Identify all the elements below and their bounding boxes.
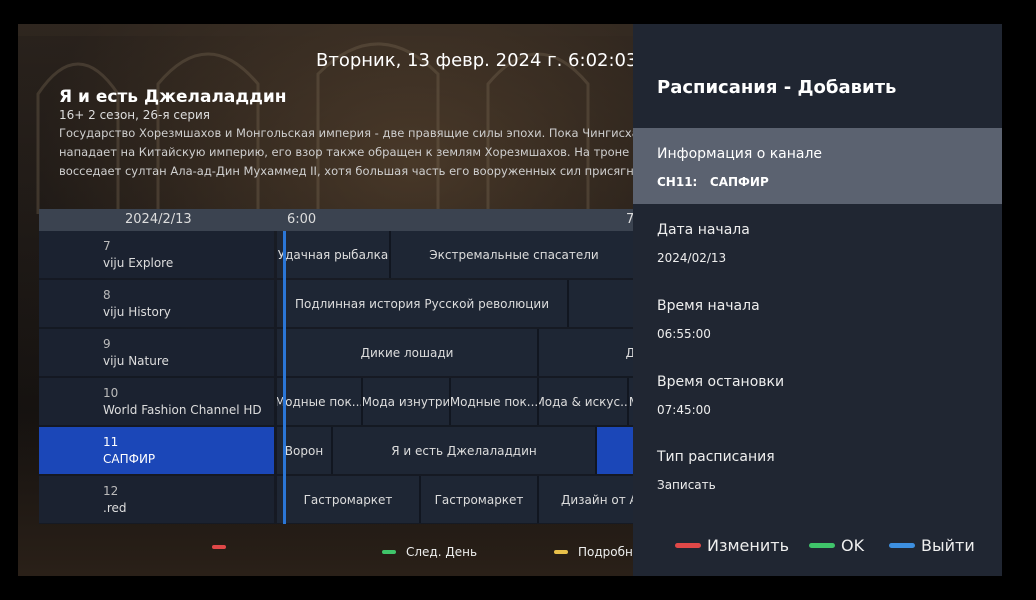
channel-cell[interactable]: 8 viju History <box>39 280 274 327</box>
epg-grid: 2024/2/13 6:00 7 7 viju Explore Удачная … <box>39 209 639 524</box>
ok-button-label: OK <box>841 536 865 555</box>
channel-number: 11 <box>103 435 119 449</box>
red-key-icon <box>212 545 226 549</box>
ok-button[interactable]: OK <box>809 536 864 555</box>
field-label: Время начала <box>657 298 760 314</box>
field-label: Информация о канале <box>657 146 823 162</box>
channel-name: viju History <box>103 305 171 319</box>
program-cell[interactable]: Гастромаркет <box>421 476 539 523</box>
channel-row[interactable]: 9 viju Nature Дикие лошади Д <box>39 329 639 376</box>
program-cell[interactable]: Модные пок... <box>451 378 539 425</box>
schedule-add-panel: Расписания - Добавить Информация о канал… <box>633 24 1002 576</box>
program-subtitle: 16+ 2 сезон, 26-я серия <box>59 108 211 122</box>
channel-cell[interactable]: 10 World Fashion Channel HD <box>39 378 274 425</box>
program-cell[interactable]: Мода изнутри <box>363 378 451 425</box>
legend-details-label: Подробне <box>578 545 641 559</box>
field-channel-info[interactable]: Информация о канале CH11: САПФИР <box>633 128 1002 204</box>
channel-cell[interactable]: 11 САПФИР <box>39 427 274 474</box>
program-cell[interactable]: Экстремальные спасатели <box>391 231 639 278</box>
description-line: восседает султан Ала-ад-Дин Мухаммед II,… <box>59 164 634 178</box>
green-key-icon <box>382 550 396 554</box>
program-title: Я и есть Джелаладдин <box>59 87 287 107</box>
tv-screen: Вторник, 13 февр. 2024 г. 6:02:03 Я и ес… <box>18 24 1002 576</box>
channel-cell[interactable]: 7 viju Explore <box>39 231 274 278</box>
panel-title: Расписания - Добавить <box>657 77 897 98</box>
program-cell[interactable]: Дикие лошади <box>277 329 539 376</box>
channel-row[interactable]: 8 viju History Подлинная история Русской… <box>39 280 639 327</box>
legend-next-day[interactable]: След. День <box>382 545 477 559</box>
channel-row[interactable]: 7 viju Explore Удачная рыбалка Экстремал… <box>39 231 639 278</box>
current-time-line <box>283 231 286 524</box>
field-start-date[interactable]: Дата начала 2024/02/13 <box>633 204 1002 280</box>
channel-name: САПФИР <box>103 452 156 466</box>
epg-date: 2024/2/13 <box>125 212 192 227</box>
description-line: Государство Хорезмшахов и Монгольская им… <box>59 126 634 140</box>
exit-button-label: Выйти <box>921 536 975 555</box>
field-value: Записать <box>657 478 716 492</box>
channel-cell[interactable]: 9 viju Nature <box>39 329 274 376</box>
channel-number: 10 <box>103 386 119 400</box>
field-label: Дата начала <box>657 222 750 238</box>
field-stop-time[interactable]: Время остановки 07:45:00 <box>633 356 1002 432</box>
channel-number: 8 <box>103 288 111 302</box>
channel-row[interactable]: 10 World Fashion Channel HD Модные пок..… <box>39 378 639 425</box>
field-value: 2024/02/13 <box>657 251 727 265</box>
field-value: CH11: САПФИР <box>657 175 769 189</box>
edit-button-label: Изменить <box>707 536 789 555</box>
field-label: Тип расписания <box>657 449 775 465</box>
channel-number: 12 <box>103 484 119 498</box>
program-cell[interactable]: Я и есть Джелаладдин <box>333 427 597 474</box>
field-schedule-type[interactable]: Тип расписания Записать <box>633 431 1002 507</box>
program-cell[interactable]: Модные пок... <box>277 378 363 425</box>
red-key-icon <box>675 543 701 548</box>
legend-red[interactable] <box>212 545 236 549</box>
field-label: Время остановки <box>657 374 785 390</box>
channel-name: .red <box>103 501 127 515</box>
green-key-icon <box>809 543 835 548</box>
field-value: 07:45:00 <box>657 403 711 417</box>
channel-number: 9 <box>103 337 111 351</box>
edit-button[interactable]: Изменить <box>675 536 789 555</box>
exit-button[interactable]: Выйти <box>889 536 975 555</box>
epg-header: 2024/2/13 6:00 7 <box>39 209 639 231</box>
program-cell[interactable] <box>569 280 639 327</box>
epg-time-start: 6:00 <box>287 212 317 227</box>
program-cell[interactable]: Дизайн от А <box>539 476 639 523</box>
legend-details[interactable]: Подробне <box>554 545 640 559</box>
yellow-key-icon <box>554 550 568 554</box>
program-cell[interactable]: Удачная рыбалка <box>277 231 391 278</box>
channel-name: viju Explore <box>103 256 174 270</box>
program-cell[interactable]: Мода & искус... <box>539 378 629 425</box>
channel-name: viju Nature <box>103 354 169 368</box>
channel-row-active[interactable]: 11 САПФИР Ворон Я и есть Джелаладдин <box>39 427 639 474</box>
channel-number: 7 <box>103 239 111 253</box>
blue-key-icon <box>889 543 915 548</box>
field-value: 06:55:00 <box>657 327 711 341</box>
program-cell[interactable]: Д <box>539 329 639 376</box>
channel-row[interactable]: 12 .red Гастромаркет Гастромаркет Дизайн… <box>39 476 639 523</box>
legend-next-day-label: След. День <box>406 545 478 559</box>
description-line: нападает на Китайскую империю, его взор … <box>59 145 634 159</box>
field-start-time[interactable]: Время начала 06:55:00 <box>633 280 1002 356</box>
channel-name: World Fashion Channel HD <box>103 403 262 417</box>
program-description: Государство Хорезмшахов и Монгольская им… <box>59 124 634 181</box>
current-datetime: Вторник, 13 февр. 2024 г. 6:02:03 <box>316 50 638 71</box>
program-cell[interactable]: Подлинная история Русской революции <box>277 280 569 327</box>
channel-cell[interactable]: 12 .red <box>39 476 274 523</box>
program-cell[interactable]: Гастромаркет <box>277 476 421 523</box>
